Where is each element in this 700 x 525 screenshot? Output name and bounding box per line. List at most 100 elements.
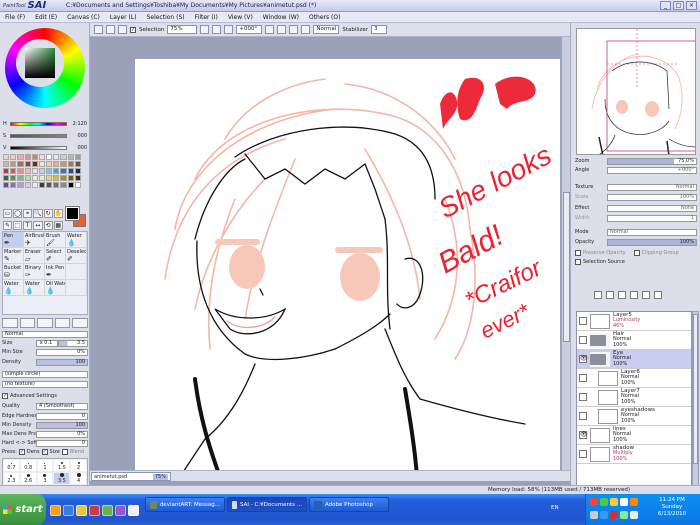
lasso-icon[interactable]: ◯ <box>13 209 23 218</box>
clipping-group-checkbox[interactable] <box>633 250 640 256</box>
color-swatch[interactable] <box>24 182 31 188</box>
brush-size-preset[interactable]: 3.5 <box>53 472 71 485</box>
menu-canvas[interactable]: Canvas (C) <box>62 14 105 21</box>
layer-list-scroll-thumb[interactable] <box>693 314 698 464</box>
canvas-vertical-scrollbar[interactable] <box>561 37 570 473</box>
color-swatch[interactable] <box>31 182 38 188</box>
color-swatch[interactable] <box>38 154 46 160</box>
firefox-icon[interactable] <box>50 504 61 516</box>
color-swatch[interactable] <box>10 168 17 174</box>
color-swatch[interactable] <box>24 175 31 181</box>
layer-visibility-eye-icon[interactable] <box>579 393 587 401</box>
quality-select[interactable]: 4 (Smoothest) <box>36 402 88 410</box>
layer-row[interactable]: eyeshadows Normal 100% <box>577 407 691 426</box>
color-swatch[interactable] <box>17 175 24 181</box>
layer-visibility-eye-icon[interactable] <box>579 412 587 420</box>
tray-icon-1[interactable] <box>590 498 598 506</box>
layer-list-scrollbar[interactable] <box>692 311 699 488</box>
canvas-paper[interactable]: She looks Bald! *Craifor ever* <box>135 59 560 477</box>
tray-icon-3[interactable] <box>610 498 618 506</box>
text-icon[interactable]: T <box>23 220 33 230</box>
new-folder-icon[interactable] <box>618 291 626 299</box>
color-swatch[interactable] <box>31 161 38 167</box>
color-swatch[interactable] <box>46 182 53 188</box>
color-swatch[interactable] <box>74 161 81 167</box>
delete-layer-icon[interactable] <box>654 291 662 299</box>
brush-size-preset[interactable]: 1 <box>36 459 54 472</box>
brush-tool-deselect[interactable]: Deselect ✐ <box>66 248 87 264</box>
color-swatch[interactable] <box>24 161 31 167</box>
canvas-vertical-thumb[interactable] <box>563 192 570 342</box>
size-multiplier[interactable]: x 0.1 <box>36 339 58 347</box>
brush-shape-2[interactable] <box>19 318 36 328</box>
rotation-field[interactable]: +000° <box>236 25 263 34</box>
folder-icon[interactable] <box>76 504 87 516</box>
select-eraser-icon[interactable]: ⬚ <box>13 220 23 230</box>
brush-tool-water[interactable]: Water 💧 <box>3 280 24 296</box>
tray-icon-6[interactable] <box>590 511 598 519</box>
max-dens-slider[interactable]: 0% <box>36 430 88 438</box>
layer-effect-select[interactable]: None <box>607 204 697 212</box>
close-button[interactable]: × <box>686 1 697 10</box>
rect-select-icon[interactable]: ▭ <box>3 209 12 218</box>
brush-size-preset[interactable]: 1.5 <box>53 459 71 472</box>
brush-size-preset[interactable]: 0.8 <box>19 459 37 472</box>
language-indicator[interactable]: EN <box>551 505 559 511</box>
brush-tool-brush[interactable]: Brush 🖌 <box>45 232 66 248</box>
brush-texture-select[interactable]: (no texture) <box>2 380 88 388</box>
layer-texture-select[interactable]: Normal <box>607 183 697 191</box>
app-icon-2[interactable] <box>115 504 126 516</box>
color-swatch[interactable] <box>38 175 46 181</box>
color-swatch[interactable] <box>3 154 10 160</box>
edge-hardness-slider[interactable]: 0 <box>36 412 88 420</box>
brush-tool-water[interactable]: Water 💧 <box>24 280 45 296</box>
deselect-icon[interactable] <box>94 25 103 34</box>
layer-opacity-slider[interactable]: 100% <box>607 238 697 246</box>
brush-blend-select[interactable]: Normal <box>2 330 88 338</box>
color-swatch[interactable] <box>60 154 67 160</box>
color-swatch[interactable] <box>60 175 67 181</box>
layer-row[interactable]: Layer5 Luminosity 46% <box>577 312 691 331</box>
brush-shape-select[interactable]: (simple circle) <box>2 370 88 378</box>
brush-size-preset[interactable]: 2 <box>70 459 87 472</box>
transfer-down-icon[interactable] <box>630 291 638 299</box>
rotate-left-icon[interactable] <box>265 25 275 34</box>
minimize-button[interactable]: _ <box>660 1 671 10</box>
layer-row[interactable]: shadow Multiply 100% <box>577 445 691 464</box>
color-swatch[interactable] <box>53 175 60 181</box>
app-icon-3[interactable] <box>128 504 139 516</box>
color-swatch[interactable] <box>74 154 81 160</box>
brush-tool-water[interactable]: Water 💧 <box>66 232 87 248</box>
color-swatch[interactable] <box>17 182 24 188</box>
hue-slider[interactable] <box>10 121 67 126</box>
selection-source-checkbox[interactable] <box>575 259 581 265</box>
brush-tool-binary[interactable]: Binary ✑ <box>24 264 45 280</box>
color-swatch[interactable] <box>67 168 74 174</box>
tray-icon-5[interactable] <box>630 498 638 506</box>
color-swatch[interactable] <box>3 168 10 174</box>
media-icon[interactable] <box>89 504 100 516</box>
brush-size-preset[interactable]: 0.7 <box>3 459 20 472</box>
layer-visibility-eye-icon[interactable]: 👁 <box>579 431 588 439</box>
color-swatch[interactable] <box>17 154 24 160</box>
zoom-icon[interactable]: 🔍 <box>33 209 43 218</box>
layer-mode-select[interactable]: Normal <box>607 228 697 236</box>
saturation-value-square[interactable] <box>25 48 55 78</box>
layer-row[interactable]: Layer8 Normal 100% <box>577 369 691 388</box>
layer-row[interactable]: 👁 lines Normal 100% <box>577 426 691 445</box>
brush-size-preset[interactable]: 3 <box>36 472 54 485</box>
density-slider[interactable]: 100 <box>36 358 88 366</box>
color-swatch[interactable] <box>46 154 53 160</box>
invert-selection-icon[interactable] <box>106 25 115 34</box>
taskbar-button-photoshop[interactable]: Adobe Photoshop <box>309 497 389 512</box>
color-swatch[interactable] <box>46 161 53 167</box>
menu-others[interactable]: Others (O) <box>304 14 345 21</box>
menu-filter[interactable]: Filter (I) <box>190 14 223 21</box>
min-size-slider[interactable]: 0% <box>36 348 88 356</box>
brush-shape-1[interactable] <box>2 318 18 328</box>
brush-tool-ink-pen[interactable]: Ink Pen ✒ <box>45 264 66 280</box>
stabilizer-select[interactable]: 3 <box>371 25 387 34</box>
brush-tool-airbrush[interactable]: AirBrush ✈ <box>24 232 45 248</box>
pen-select-icon[interactable]: ✎ <box>3 220 12 230</box>
color-swatch[interactable] <box>17 161 24 167</box>
